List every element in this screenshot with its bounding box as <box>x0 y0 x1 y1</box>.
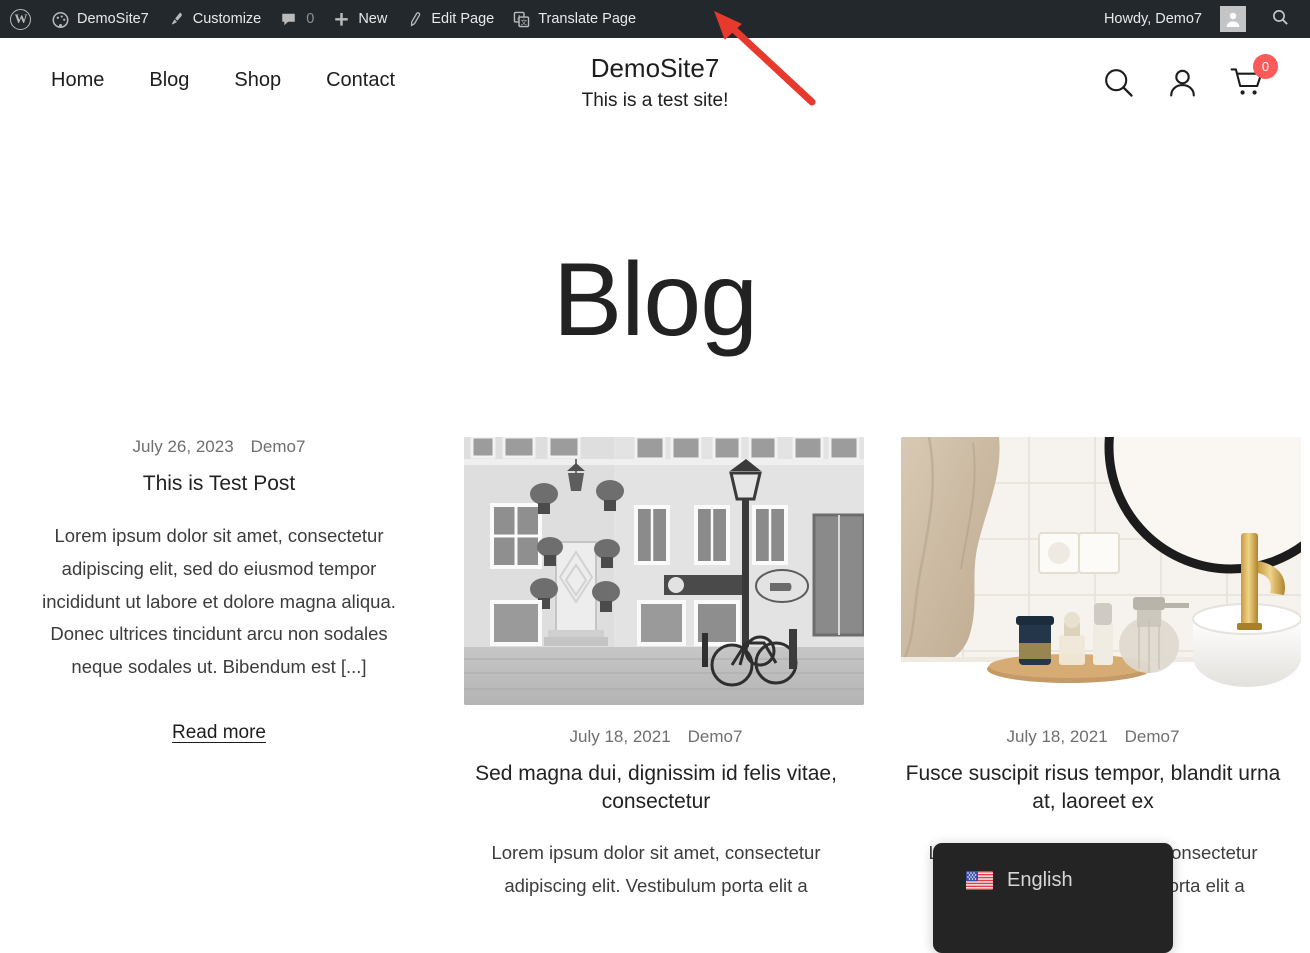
howdy-label: Howdy, Demo7 <box>1103 10 1202 27</box>
post-date: July 18, 2021 <box>569 727 671 746</box>
admin-bar-edit-page[interactable]: Edit Page <box>396 0 503 38</box>
admin-bar-my-account[interactable]: Howdy, Demo7 <box>1095 0 1255 38</box>
avatar <box>1220 6 1246 32</box>
nav-item-shop[interactable]: Shop <box>234 69 281 92</box>
comment-bubble-icon <box>279 10 298 29</box>
post-card: July 26, 2023 Demo7 This is Test Post Lo… <box>1 437 437 903</box>
post-author: Demo7 <box>1124 727 1180 746</box>
admin-bar-left-group: DemoSite7 Customize 0 <box>0 0 645 38</box>
nav-item-home[interactable]: Home <box>51 69 104 92</box>
post-author: Demo7 <box>250 437 306 456</box>
comment-count-label: 0 <box>306 10 315 27</box>
page-title: Blog <box>552 242 758 358</box>
post-title[interactable]: This is Test Post <box>27 470 411 498</box>
admin-bar-translate-page[interactable]: A 文 Translate Page <box>503 0 645 38</box>
plus-icon <box>332 10 351 29</box>
pencil-icon <box>405 10 424 29</box>
wordpress-logo-button[interactable] <box>0 0 42 38</box>
admin-bar-right-group: Howdy, Demo7 <box>1095 0 1310 38</box>
account-icon[interactable] <box>1166 66 1199 104</box>
post-meta: July 18, 2021 Demo7 <box>901 727 1285 747</box>
paintbrush-icon <box>167 10 186 29</box>
site-header: Home Blog Shop Contact DemoSite7 This is… <box>0 38 1310 138</box>
admin-bar-customize[interactable]: Customize <box>158 0 271 38</box>
wordpress-logo-icon <box>10 8 31 30</box>
language-switcher-current[interactable]: English <box>966 869 1173 892</box>
post-excerpt: Lorem ipsum dolor sit amet, consectetur … <box>42 524 396 678</box>
post-title[interactable]: Fusce suscipit risus tempor, blandit urn… <box>901 760 1285 815</box>
svg-text:文: 文 <box>521 17 528 26</box>
search-icon <box>1271 8 1290 31</box>
language-label: English <box>1007 869 1073 891</box>
language-switcher[interactable]: English <box>933 843 1173 953</box>
customize-label: Customize <box>192 10 262 27</box>
search-icon[interactable] <box>1102 66 1135 104</box>
post-grid: July 26, 2023 Demo7 This is Test Post Lo… <box>0 437 1310 903</box>
admin-bar-search-button[interactable] <box>1255 8 1300 31</box>
admin-bar-new[interactable]: New <box>323 0 396 38</box>
us-flag-icon <box>966 871 993 890</box>
post-title[interactable]: Sed magna dui, dignissim id felis vitae,… <box>464 760 848 815</box>
post-excerpt: Lorem ipsum dolor sit amet, consectetur … <box>491 842 821 897</box>
translate-icon: A 文 <box>512 10 531 29</box>
post-date: July 18, 2021 <box>1006 727 1108 746</box>
cart-icon[interactable]: 0 <box>1230 54 1278 104</box>
post-card: July 18, 2021 Demo7 Fusce suscipit risus… <box>875 437 1310 903</box>
site-name-label: DemoSite7 <box>77 10 149 27</box>
post-thumbnail[interactable] <box>464 437 864 705</box>
nav-item-blog[interactable]: Blog <box>149 69 189 92</box>
post-author: Demo7 <box>687 727 743 746</box>
post-card: July 18, 2021 Demo7 Sed magna dui, digni… <box>438 437 874 903</box>
nav-item-contact[interactable]: Contact <box>326 69 395 92</box>
post-thumbnail[interactable] <box>901 437 1301 705</box>
cart-count-badge: 0 <box>1253 54 1278 79</box>
admin-bar-comments[interactable]: 0 <box>270 0 323 38</box>
wp-admin-bar: DemoSite7 Customize 0 <box>0 0 1310 38</box>
dashboard-icon <box>51 10 70 29</box>
post-meta: July 26, 2023 Demo7 <box>27 437 411 457</box>
main-navigation: Home Blog Shop Contact <box>0 38 395 92</box>
post-date: July 26, 2023 <box>132 437 234 456</box>
translate-page-label: Translate Page <box>538 10 637 27</box>
post-meta: July 18, 2021 Demo7 <box>464 727 848 747</box>
header-icon-group: 0 <box>1102 38 1310 104</box>
edit-page-label: Edit Page <box>431 10 495 27</box>
admin-bar-site-name[interactable]: DemoSite7 <box>42 0 158 38</box>
new-label: New <box>358 10 388 27</box>
read-more-link[interactable]: Read more <box>172 722 266 744</box>
